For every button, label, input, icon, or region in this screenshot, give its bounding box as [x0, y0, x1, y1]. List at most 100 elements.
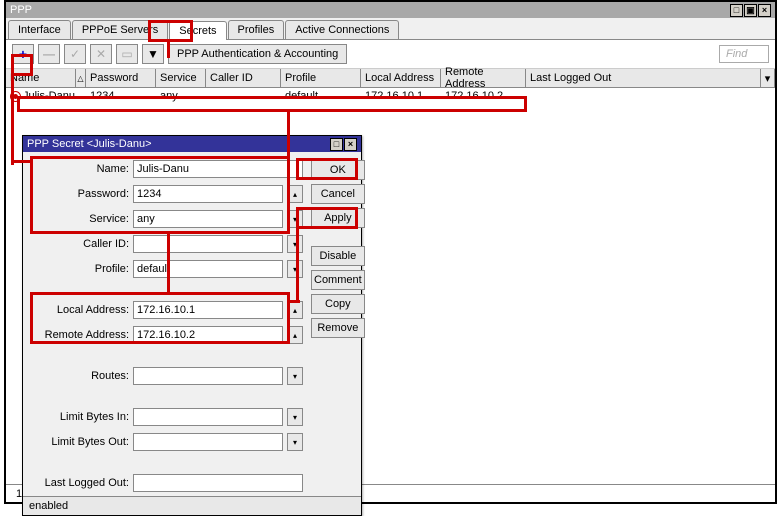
- cell-remote-address: 172.16.10.2: [441, 89, 526, 103]
- ppp-secret-dialog: PPP Secret <Julis-Danu> □ × Name: Passwo…: [22, 135, 362, 516]
- field-service: Service: ▾: [31, 210, 303, 228]
- field-last-logged-out: Last Logged Out:: [31, 474, 303, 492]
- col-caller-id[interactable]: Caller ID: [206, 69, 281, 87]
- main-title: PPP: [10, 4, 32, 16]
- cell-name-text: Julis-Danu: [23, 90, 75, 102]
- spacer: [311, 232, 365, 242]
- field-profile: Profile: ▾: [31, 260, 303, 278]
- maximize-icon[interactable]: ▣: [744, 4, 757, 17]
- toolbar: + — ✓ ✕ ▭ ▼ PPP Authentication & Account…: [6, 40, 775, 69]
- minimize-icon[interactable]: □: [730, 4, 743, 17]
- cell-caller-id: [206, 95, 281, 97]
- comment-button[interactable]: Comment: [311, 270, 365, 290]
- disable-button[interactable]: ✕: [90, 44, 112, 64]
- field-name: Name:: [31, 160, 303, 178]
- enable-button[interactable]: ✓: [64, 44, 86, 64]
- close-icon[interactable]: ×: [758, 4, 771, 17]
- find-input[interactable]: Find: [719, 45, 769, 63]
- field-password: Password: ▴: [31, 185, 303, 203]
- input-limit-out[interactable]: [133, 433, 283, 451]
- input-password[interactable]: [133, 185, 283, 203]
- dialog-title: PPP Secret <Julis-Danu>: [27, 138, 152, 150]
- caller-id-toggle-icon[interactable]: ▾: [287, 235, 303, 253]
- tab-active-connections[interactable]: Active Connections: [285, 20, 399, 39]
- limit-in-toggle-icon[interactable]: ▾: [287, 408, 303, 426]
- label-limit-in: Limit Bytes In:: [31, 411, 129, 423]
- limit-out-toggle-icon[interactable]: ▾: [287, 433, 303, 451]
- add-button[interactable]: +: [12, 44, 34, 64]
- tab-interface[interactable]: Interface: [8, 20, 71, 39]
- col-profile[interactable]: Profile: [281, 69, 361, 87]
- label-remote-address: Remote Address:: [31, 329, 129, 341]
- table-row[interactable]: Julis-Danu 1234 any default 172.16.10.1 …: [6, 88, 775, 104]
- button-column: OK Cancel Apply Disable Comment Copy Rem…: [311, 160, 365, 492]
- tab-secrets[interactable]: Secrets: [169, 21, 226, 40]
- cancel-button[interactable]: Cancel: [311, 184, 365, 204]
- col-name[interactable]: Name: [6, 69, 76, 87]
- sort-indicator-icon[interactable]: △: [76, 69, 86, 87]
- input-remote-address[interactable]: [133, 326, 283, 344]
- label-last-logged: Last Logged Out:: [31, 477, 129, 489]
- service-dropdown-icon[interactable]: ▾: [287, 210, 303, 228]
- disable-button[interactable]: Disable: [311, 246, 365, 266]
- filter-button[interactable]: ▼: [142, 44, 164, 64]
- cell-local-address: 172.16.10.1: [361, 89, 441, 103]
- apply-button[interactable]: Apply: [311, 208, 365, 228]
- cell-name: Julis-Danu: [6, 89, 86, 103]
- comment-button[interactable]: ▭: [116, 44, 138, 64]
- dialog-titlebar: PPP Secret <Julis-Danu> □ ×: [23, 136, 361, 152]
- field-local-address: Local Address: ▴: [31, 301, 303, 319]
- input-limit-in[interactable]: [133, 408, 283, 426]
- col-local-address[interactable]: Local Address: [361, 69, 441, 87]
- cell-password: 1234: [86, 89, 156, 103]
- main-titlebar: PPP □ ▣ ×: [6, 2, 775, 18]
- copy-button[interactable]: Copy: [311, 294, 365, 314]
- dialog-minimize-icon[interactable]: □: [330, 138, 343, 151]
- remote-addr-toggle-icon[interactable]: ▴: [287, 326, 303, 344]
- ppp-auth-button[interactable]: PPP Authentication & Accounting: [168, 44, 347, 64]
- profile-dropdown-icon[interactable]: ▾: [287, 260, 303, 278]
- tab-profiles[interactable]: Profiles: [228, 20, 285, 39]
- ok-button[interactable]: OK: [311, 160, 365, 180]
- input-caller-id[interactable]: [133, 235, 283, 253]
- label-name: Name:: [31, 163, 129, 175]
- label-profile: Profile:: [31, 263, 129, 275]
- field-remote-address: Remote Address: ▴: [31, 326, 303, 344]
- label-password: Password:: [31, 188, 129, 200]
- remove-button[interactable]: Remove: [311, 318, 365, 338]
- field-limit-bytes-out: Limit Bytes Out: ▾: [31, 433, 303, 451]
- input-name[interactable]: [133, 160, 303, 178]
- secret-icon: [10, 91, 21, 102]
- input-last-logged[interactable]: [133, 474, 303, 492]
- input-service[interactable]: [133, 210, 283, 228]
- col-remote-address[interactable]: Remote Address: [441, 69, 526, 87]
- col-service[interactable]: Service: [156, 69, 206, 87]
- input-local-address[interactable]: [133, 301, 283, 319]
- dialog-body: Name: Password: ▴ Service: ▾ Caller ID: …: [23, 152, 361, 496]
- password-toggle-icon[interactable]: ▴: [287, 185, 303, 203]
- tab-pppoe-servers[interactable]: PPPoE Servers: [72, 20, 168, 39]
- field-caller-id: Caller ID: ▾: [31, 235, 303, 253]
- input-profile[interactable]: [133, 260, 283, 278]
- label-caller-id: Caller ID:: [31, 238, 129, 250]
- col-last-logged-out[interactable]: Last Logged Out: [526, 69, 761, 87]
- column-chooser-icon[interactable]: ▾: [761, 69, 775, 87]
- label-routes: Routes:: [31, 370, 129, 382]
- input-routes[interactable]: [133, 367, 283, 385]
- grid-header: Name △ Password Service Caller ID Profil…: [6, 69, 775, 88]
- window-controls: □ ▣ ×: [730, 4, 771, 17]
- col-password[interactable]: Password: [86, 69, 156, 87]
- field-limit-bytes-in: Limit Bytes In: ▾: [31, 408, 303, 426]
- routes-toggle-icon[interactable]: ▾: [287, 367, 303, 385]
- label-local-address: Local Address:: [31, 304, 129, 316]
- cell-profile: default: [281, 89, 361, 103]
- local-addr-toggle-icon[interactable]: ▴: [287, 301, 303, 319]
- tab-bar: Interface PPPoE Servers Secrets Profiles…: [6, 18, 775, 40]
- field-routes: Routes: ▾: [31, 367, 303, 385]
- remove-button[interactable]: —: [38, 44, 60, 64]
- cell-service: any: [156, 89, 206, 103]
- label-service: Service:: [31, 213, 129, 225]
- dialog-close-icon[interactable]: ×: [344, 138, 357, 151]
- form-column: Name: Password: ▴ Service: ▾ Caller ID: …: [31, 160, 303, 492]
- dialog-controls: □ ×: [330, 138, 357, 151]
